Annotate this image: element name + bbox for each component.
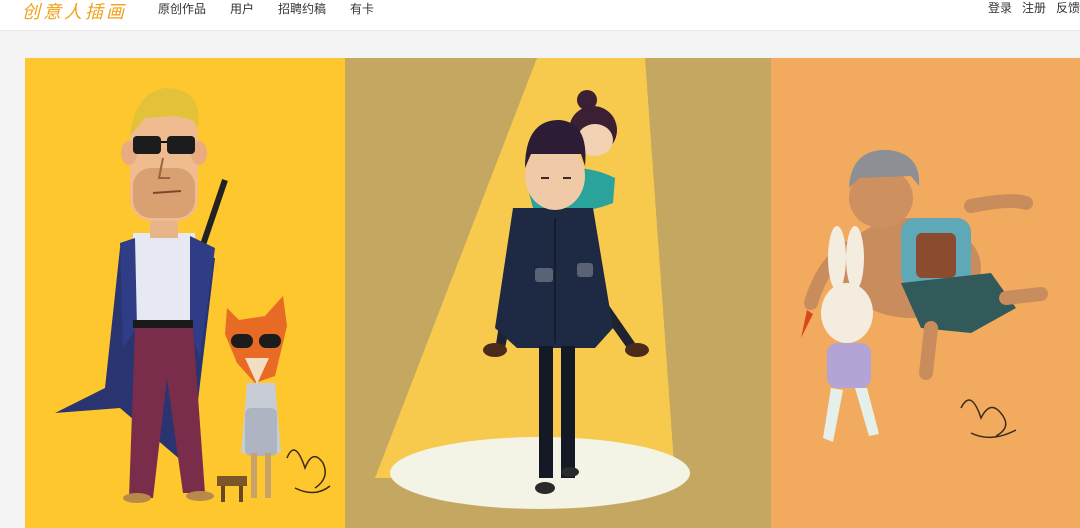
spotlight-couple-illustration xyxy=(345,58,771,528)
nav-original-works[interactable]: 原创作品 xyxy=(158,0,206,30)
hero-banner[interactable] xyxy=(25,58,1080,528)
feedback-link[interactable]: 反馈 xyxy=(1056,0,1080,16)
nav-youka[interactable]: 有卡 xyxy=(350,0,374,30)
auth-links: 登录 注册 反馈 xyxy=(978,0,1080,16)
site-logo[interactable]: 创意人插画 xyxy=(22,0,127,24)
illustration-panel-center[interactable] xyxy=(345,58,771,528)
man-and-fox-illustration xyxy=(25,58,345,528)
nav-jobs-commissions[interactable]: 招聘约稿 xyxy=(278,0,326,30)
login-link[interactable]: 登录 xyxy=(988,0,1012,16)
illustration-panel-left[interactable] xyxy=(25,58,345,528)
register-link[interactable]: 注册 xyxy=(1022,0,1046,16)
main-nav: 原创作品 用户 招聘约稿 有卡 xyxy=(158,0,398,30)
illustration-panel-right[interactable] xyxy=(771,58,1080,528)
nav-users[interactable]: 用户 xyxy=(230,0,254,30)
top-nav-bar: 创意人插画 原创作品 用户 招聘约稿 有卡 登录 注册 反馈 xyxy=(0,0,1080,31)
rabbit-and-boy-illustration xyxy=(771,58,1080,528)
